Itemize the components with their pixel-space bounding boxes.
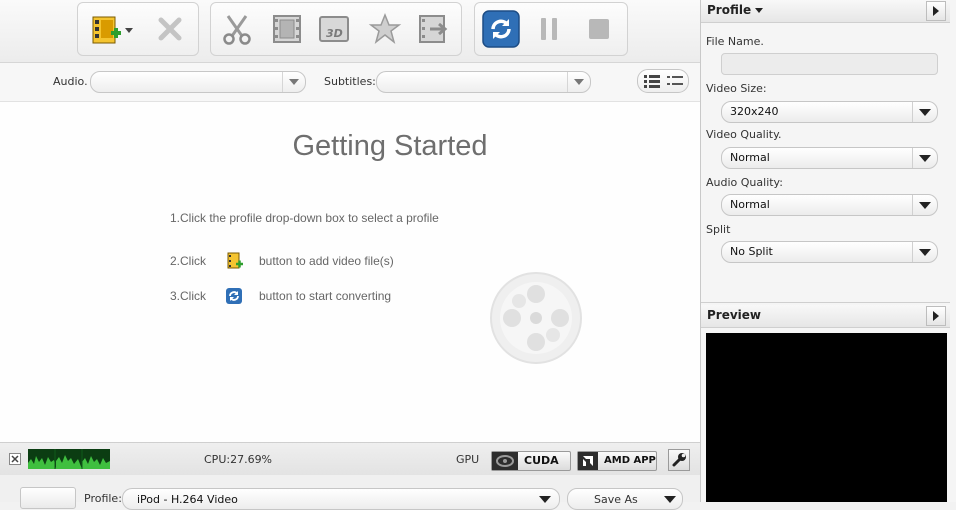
trim-icon [223, 15, 251, 45]
save-as-label: Save As [594, 493, 638, 506]
add-video-icon [227, 252, 243, 269]
stop-icon [589, 19, 609, 39]
watermark-icon [419, 15, 448, 43]
audio-label: Audio. [53, 75, 88, 88]
subtitles-select[interactable] [376, 71, 591, 93]
stop-button[interactable] [581, 11, 617, 47]
profile-bar: Profile: iPod - H.264 Video Save As [0, 475, 700, 510]
audio-quality-value: Normal [730, 198, 770, 211]
video-quality-select[interactable]: Normal [721, 147, 938, 169]
step-3-suffix: button to start converting [259, 289, 392, 303]
split-label: Split [706, 223, 731, 236]
preview-header: Preview [701, 305, 950, 328]
profile-header: Profile [701, 0, 950, 23]
3d-icon: 3D [319, 16, 349, 42]
main-panel: 3D Audio. Subtitles: Getting Started 1.C… [0, 0, 701, 510]
crop-button[interactable] [269, 11, 305, 47]
preview-screen[interactable] [706, 333, 947, 502]
remove-button[interactable] [152, 11, 188, 47]
3d-button[interactable]: 3D [317, 11, 353, 47]
audio-quality-label: Audio Quality: [706, 176, 783, 189]
toolbar: 3D [0, 0, 700, 63]
step-2-suffix: button to add video file(s) [259, 254, 394, 268]
preview-header-label: Preview [707, 308, 762, 322]
remove-icon [158, 17, 182, 41]
convert-toolbar-group [474, 2, 628, 56]
cuda-button[interactable]: CUDA [491, 451, 571, 471]
amd-logo [578, 452, 598, 470]
step-1-text: 1.Click the profile drop-down box to sel… [170, 211, 439, 225]
expand-profile-button[interactable] [926, 1, 946, 21]
add-video-icon [92, 16, 133, 44]
subtitles-label: Subtitles: [324, 75, 376, 88]
file-name-field[interactable] [721, 53, 938, 75]
watermark-button[interactable] [415, 11, 451, 47]
pause-button[interactable] [531, 11, 567, 47]
audio-quality-select[interactable]: Normal [721, 194, 938, 216]
chevron-down-icon [912, 242, 937, 262]
edit-toolbar-group: 3D [210, 2, 462, 56]
chevron-down-icon [912, 195, 937, 215]
close-icon[interactable] [9, 453, 21, 465]
gpu-label: GPU [456, 453, 480, 466]
amd-app-label: AMD APP [604, 455, 656, 466]
video-size-label: Video Size: [706, 82, 767, 95]
view-toggle [637, 69, 689, 93]
settings-button[interactable] [668, 449, 690, 471]
expand-preview-button[interactable] [926, 306, 946, 326]
split-value: No Split [730, 245, 773, 258]
split-select[interactable]: No Split [721, 241, 938, 263]
settings-panel: Profile File Name. Video Size: 320x240 V… [701, 0, 956, 502]
profile-select[interactable]: iPod - H.264 Video [122, 488, 560, 510]
convert-button[interactable] [481, 9, 521, 49]
detail-view-icon[interactable] [644, 74, 660, 88]
caret-down-icon [755, 8, 764, 13]
svg-text:3D: 3D [326, 27, 343, 40]
effect-button[interactable] [367, 11, 403, 47]
add-video-button[interactable] [86, 11, 138, 47]
cuda-label: CUDA [524, 454, 559, 467]
chevron-down-icon [567, 72, 590, 92]
list-view-icon[interactable] [667, 74, 683, 88]
nvidia-logo [492, 452, 518, 470]
save-as-button[interactable]: Save As [567, 488, 683, 510]
divider [701, 302, 950, 303]
crop-icon [273, 15, 301, 43]
step-3-prefix: 3.Click [170, 289, 207, 303]
profile-value: iPod - H.264 Video [137, 493, 238, 506]
trim-button[interactable] [219, 11, 255, 47]
pause-icon [541, 18, 557, 40]
chevron-down-icon [282, 72, 305, 92]
profile-header-label[interactable]: Profile [707, 3, 764, 17]
status-bar: CPU:27.69% GPU CUDA AMD APP [0, 442, 700, 476]
effect-icon [368, 12, 402, 44]
chevron-down-icon [912, 148, 937, 168]
nvidia-icon [496, 455, 514, 467]
audio-select[interactable] [90, 71, 306, 93]
wrench-icon [672, 453, 686, 467]
filter-bar: Audio. Subtitles: [0, 63, 700, 102]
device-button[interactable] [20, 487, 76, 509]
amd-icon [583, 456, 593, 466]
film-reel-icon [490, 272, 582, 364]
convert-icon [226, 288, 242, 304]
video-quality-value: Normal [730, 151, 770, 164]
convert-icon [482, 10, 520, 48]
chevron-down-icon [912, 102, 937, 122]
page-title: Getting Started [292, 130, 488, 162]
amd-app-button[interactable]: AMD APP [577, 451, 657, 471]
video-size-value: 320x240 [730, 105, 779, 118]
cpu-usage: CPU:27.69% [204, 453, 273, 466]
profile-label: Profile: [84, 492, 122, 505]
cpu-graph [28, 449, 110, 469]
video-quality-label: Video Quality. [706, 128, 782, 141]
file-toolbar-group [77, 2, 199, 56]
video-size-select[interactable]: 320x240 [721, 101, 938, 123]
file-name-label: File Name. [706, 35, 764, 48]
step-2-prefix: 2.Click [170, 254, 207, 268]
